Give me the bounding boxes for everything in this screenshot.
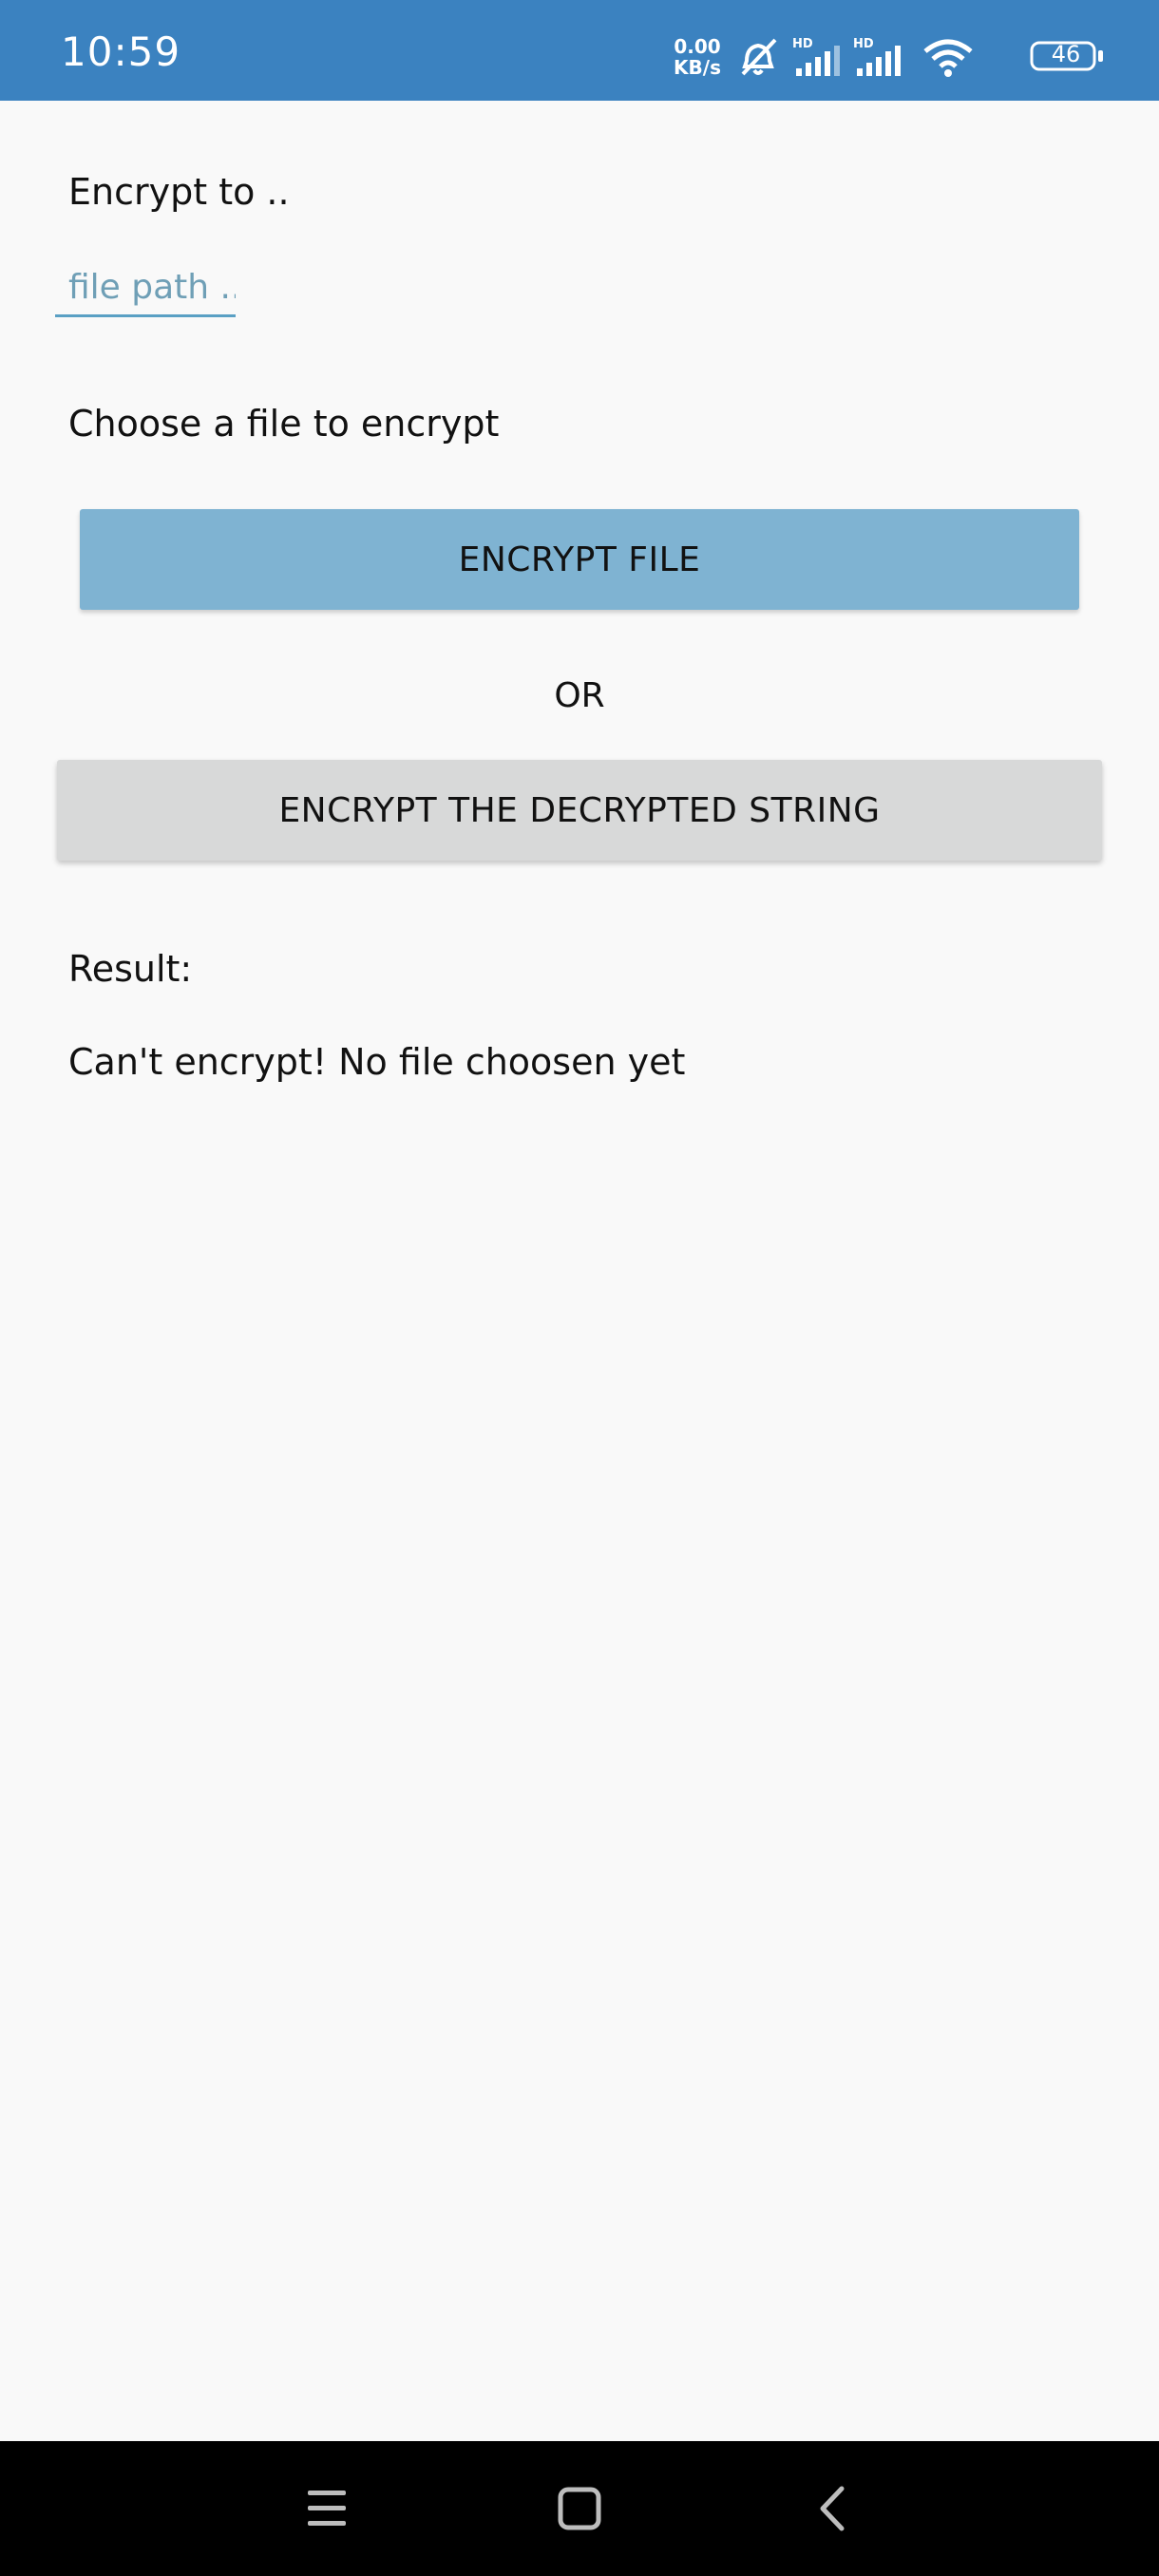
mute-icon xyxy=(741,38,777,76)
back-icon[interactable] xyxy=(813,2485,851,2532)
result-text: Can't encrypt! No file choosen yet xyxy=(68,1041,686,1083)
encrypt-file-button[interactable]: ENCRYPT FILE xyxy=(80,509,1079,610)
net-speed-value: 0.00 xyxy=(674,35,721,58)
wifi-icon xyxy=(923,39,973,77)
net-speed: 0.00 KB/s xyxy=(669,36,726,78)
signal-2-label: HD xyxy=(853,37,874,51)
net-speed-unit: KB/s xyxy=(674,56,721,79)
or-label: OR xyxy=(554,676,605,715)
status-time: 10:59 xyxy=(61,28,181,75)
choose-file-label: Choose a file to encrypt xyxy=(68,403,500,445)
signal-icon: HD xyxy=(853,37,901,76)
result-label: Result: xyxy=(68,948,193,990)
home-icon[interactable] xyxy=(557,2487,602,2530)
status-bar: 10:59 0.00 KB/s HD HD 46 xyxy=(0,0,1159,101)
menu-icon[interactable] xyxy=(304,2487,350,2530)
status-icons: 0.00 KB/s HD HD 46 xyxy=(665,0,1159,101)
file-path-input[interactable] xyxy=(55,260,236,317)
battery-level: 46 xyxy=(1051,41,1081,67)
encrypt-string-button-label: ENCRYPT THE DECRYPTED STRING xyxy=(278,790,881,830)
signal-1-label: HD xyxy=(792,37,813,51)
main-content: Encrypt to .. Choose a file to encrypt E… xyxy=(0,101,1159,2441)
encrypt-to-label: Encrypt to .. xyxy=(68,171,290,213)
encrypt-string-button[interactable]: ENCRYPT THE DECRYPTED STRING xyxy=(57,760,1102,861)
signal-icon: HD xyxy=(792,37,840,76)
encrypt-file-button-label: ENCRYPT FILE xyxy=(458,540,701,579)
navigation-bar xyxy=(0,2441,1159,2576)
